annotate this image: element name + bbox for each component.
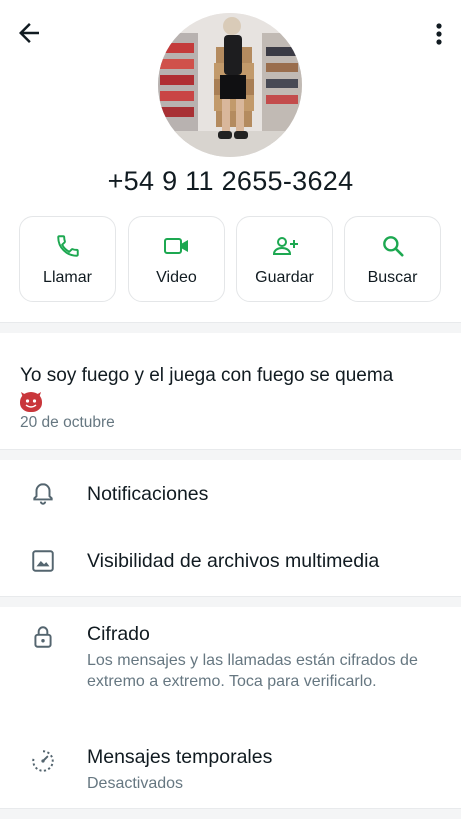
bell-icon bbox=[30, 481, 56, 507]
save-contact-button[interactable]: Guardar bbox=[236, 216, 333, 302]
more-vertical-icon[interactable] bbox=[429, 20, 449, 48]
encryption-title: Cifrado bbox=[87, 623, 150, 645]
arrow-left-icon[interactable] bbox=[14, 18, 44, 48]
notifications-label: Notificaciones bbox=[87, 483, 209, 505]
profile-photo[interactable] bbox=[158, 13, 302, 157]
video-button[interactable]: Video bbox=[128, 216, 225, 302]
encryption-description: Los mensajes y las llamadas están cifrad… bbox=[87, 652, 418, 690]
phone-icon bbox=[20, 233, 115, 259]
about-text[interactable]: Yo soy fuego y el juega con fuego se que… bbox=[20, 363, 440, 413]
lock-icon bbox=[30, 624, 56, 650]
about-date: 20 de octubre bbox=[20, 414, 115, 431]
search-label: Buscar bbox=[367, 269, 418, 286]
media-visibility-row[interactable]: Visibilidad de archivos multimedia bbox=[0, 536, 461, 586]
about-text-content: Yo soy fuego y el juega con fuego se que… bbox=[20, 365, 394, 386]
disappearing-status: Desactivados bbox=[87, 775, 184, 792]
encryption-row[interactable]: Cifrado Los mensajes y las llamadas está… bbox=[0, 616, 461, 716]
search-icon bbox=[345, 233, 440, 259]
disappearing-title: Mensajes temporales bbox=[87, 746, 273, 768]
search-button[interactable]: Buscar bbox=[344, 216, 441, 302]
action-buttons: Llamar Video Guardar Buscar bbox=[19, 216, 442, 304]
video-camera-icon bbox=[129, 233, 224, 259]
section-divider bbox=[0, 596, 461, 607]
image-icon bbox=[30, 548, 56, 574]
save-label: Guardar bbox=[255, 269, 314, 286]
section-divider bbox=[0, 808, 461, 819]
disappearing-messages-row[interactable]: Mensajes temporales Desactivados bbox=[0, 732, 461, 796]
section-divider bbox=[0, 322, 461, 333]
video-label: Video bbox=[156, 269, 197, 286]
add-contact-icon bbox=[237, 233, 332, 259]
notifications-row[interactable]: Notificaciones bbox=[0, 470, 461, 520]
phone-number: +54 9 11 2655-3624 bbox=[107, 166, 354, 196]
section-divider bbox=[0, 449, 461, 460]
call-label: Llamar bbox=[43, 269, 92, 286]
devil-emoji-icon bbox=[20, 391, 42, 412]
media-visibility-label: Visibilidad de archivos multimedia bbox=[87, 550, 380, 572]
timer-icon bbox=[30, 748, 56, 774]
call-button[interactable]: Llamar bbox=[19, 216, 116, 302]
